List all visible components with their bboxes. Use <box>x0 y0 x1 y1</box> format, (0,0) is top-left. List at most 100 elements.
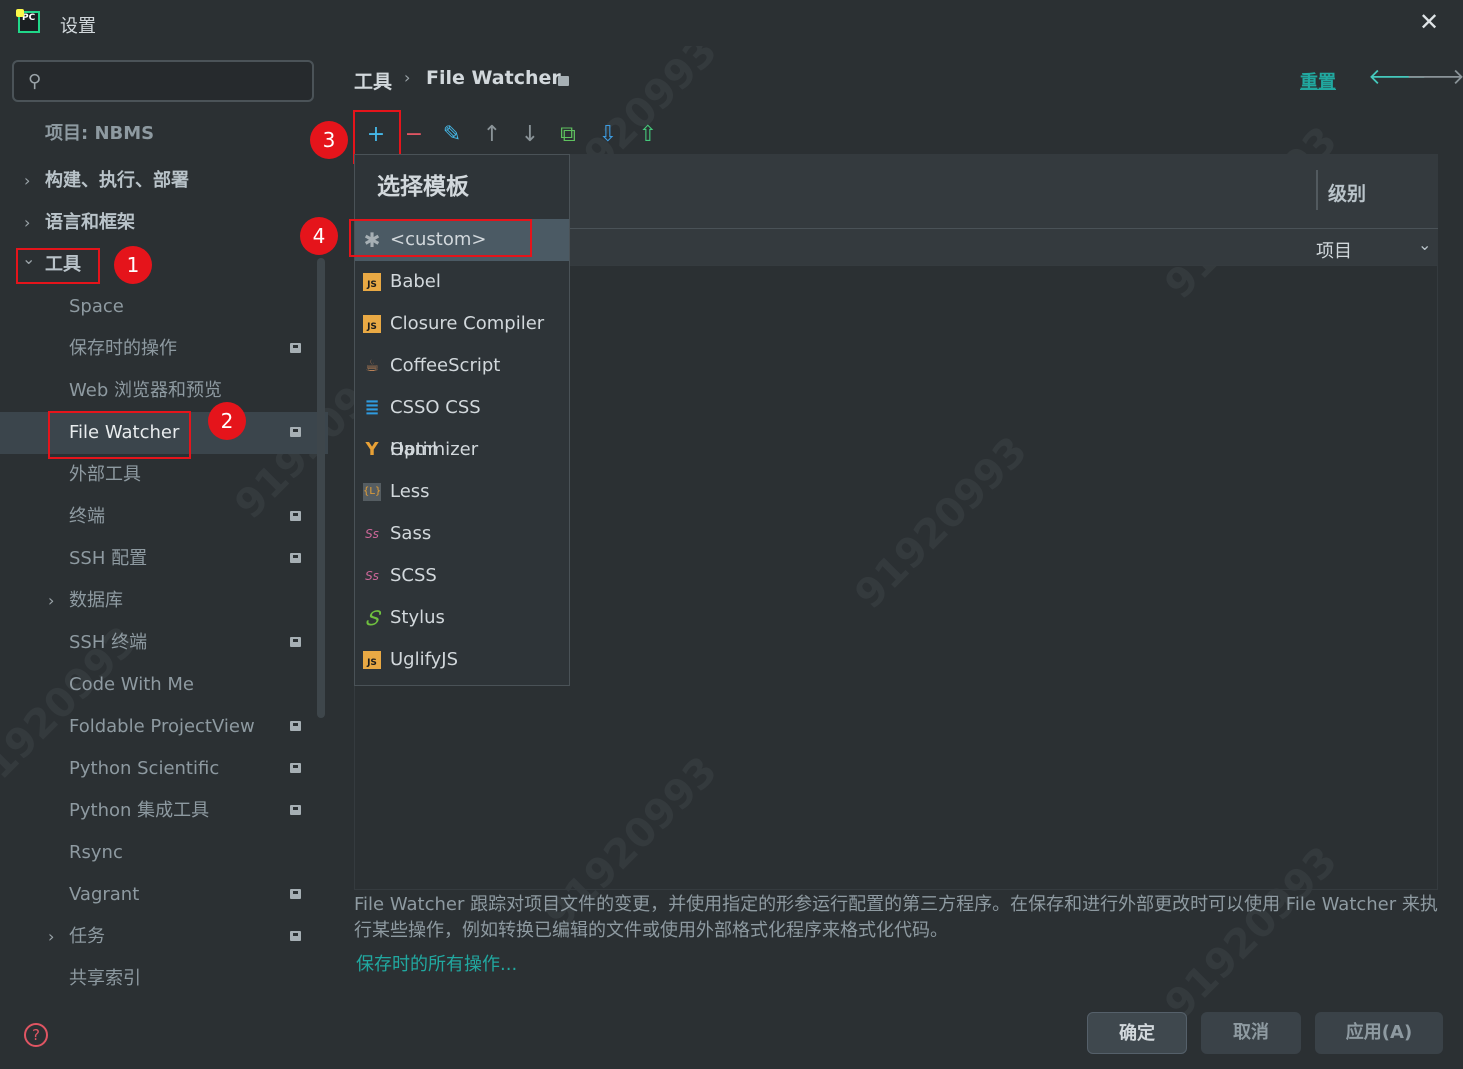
sidebar-item-label: Code With Me <box>69 674 194 695</box>
cancel-button[interactable]: 取消 <box>1201 1012 1301 1054</box>
template-item-scss[interactable]: Ss SCSS <box>355 555 569 597</box>
pycharm-logo-icon: PC <box>16 9 40 33</box>
project-scope-icon <box>290 889 301 899</box>
template-label: Haml <box>390 439 438 460</box>
all-save-actions-link[interactable]: 保存时的所有操作... <box>356 950 517 976</box>
chevron-right-icon: › <box>24 171 31 190</box>
template-item-coffeescript[interactable]: ☕ CoffeeScript <box>355 345 569 387</box>
template-label: Closure Compiler <box>390 313 545 334</box>
apply-button[interactable]: 应用(A) <box>1315 1012 1443 1054</box>
sidebar-item-label: Rsync <box>69 842 123 863</box>
js-icon: JS <box>363 315 381 333</box>
template-item-less[interactable]: {L} Less <box>355 471 569 513</box>
sidebar-item-rsync[interactable]: Rsync <box>0 832 328 874</box>
watcher-toolbar: + − ✎ ↑ ↓ ⧉ ⇩ ⇧ <box>354 116 1438 154</box>
sidebar-item-vagrant[interactable]: Vagrant <box>0 874 328 916</box>
template-label: Less <box>390 481 430 502</box>
sidebar-item-label: Web 浏览器和预览 <box>69 380 222 401</box>
sidebar-item-label: SSH 终端 <box>69 632 148 653</box>
sidebar-item-foldable-projectview[interactable]: Foldable ProjectView <box>0 706 328 748</box>
project-scope-icon <box>290 721 301 731</box>
template-label: Sass <box>390 523 432 544</box>
title-bar: PC 设置 ✕ <box>0 0 1463 46</box>
sidebar-item-label: 终端 <box>69 506 105 527</box>
sass-icon: Ss <box>365 527 379 541</box>
sidebar-item-database[interactable]: › 数据库 <box>0 580 328 622</box>
popup-title: 选择模板 <box>377 174 469 200</box>
js-icon: JS <box>363 273 381 291</box>
import-button[interactable]: ⇩ <box>590 116 626 154</box>
template-item-sass[interactable]: Ss Sass <box>355 513 569 555</box>
js-icon: JS <box>363 651 381 669</box>
sidebar-item-terminal[interactable]: 终端 <box>0 496 328 538</box>
sidebar-item-save-actions[interactable]: 保存时的操作 <box>0 328 328 370</box>
coffee-icon: ☕ <box>364 356 380 375</box>
sidebar-item-label: SSH 配置 <box>69 548 148 569</box>
search-icon: ⚲ <box>28 71 42 92</box>
sidebar-item-space[interactable]: Space <box>0 286 328 328</box>
remove-button[interactable]: − <box>396 116 432 154</box>
ok-button[interactable]: 确定 <box>1087 1012 1187 1054</box>
sidebar-item-label: 构建、执行、部署 <box>45 170 189 191</box>
template-item-haml[interactable]: Y Haml <box>355 429 569 471</box>
sidebar-item-label: 保存时的操作 <box>69 338 177 359</box>
column-header-level[interactable]: 级别 <box>1328 179 1366 206</box>
move-down-button[interactable]: ↓ <box>512 116 548 154</box>
sidebar-item-code-with-me[interactable]: Code With Me <box>0 664 328 706</box>
project-scope-icon <box>290 427 301 437</box>
breadcrumb-parent[interactable]: 工具 <box>354 67 392 94</box>
sidebar-item-label: 外部工具 <box>69 464 141 485</box>
stylus-icon: 𝑆 <box>365 606 379 630</box>
sidebar-item-label: 语言和框架 <box>45 212 135 233</box>
sidebar-item-external-tools[interactable]: 外部工具 <box>0 454 328 496</box>
project-scope-icon <box>290 343 301 353</box>
sidebar-item-ssh-config[interactable]: SSH 配置 <box>0 538 328 580</box>
project-scope-icon <box>558 76 569 86</box>
sidebar-item-python-integrated-tools[interactable]: Python 集成工具 <box>0 790 328 832</box>
template-item-closure-compiler[interactable]: JS Closure Compiler <box>355 303 569 345</box>
project-scope-icon <box>290 805 301 815</box>
annotation-marker: 3 <box>310 121 348 159</box>
column-divider[interactable] <box>1316 170 1318 210</box>
help-icon[interactable]: ? <box>24 1023 48 1047</box>
css-icon: ≣ <box>364 397 380 418</box>
copy-button[interactable]: ⧉ <box>550 116 586 154</box>
annotation-box <box>349 219 532 257</box>
sidebar-item-label: Space <box>69 296 124 317</box>
template-item-csso[interactable]: ≣ CSSO CSS Optimizer <box>355 387 569 460</box>
sidebar-item-ssh-terminal[interactable]: SSH 终端 <box>0 622 328 664</box>
template-label: SCSS <box>390 565 437 586</box>
sidebar-item-label: 任务 <box>69 926 105 947</box>
project-scope-icon <box>290 637 301 647</box>
sidebar-item-python-scientific[interactable]: Python Scientific <box>0 748 328 790</box>
haml-icon: Y <box>365 439 379 460</box>
sidebar-item-label: Vagrant <box>69 884 140 905</box>
chevron-right-icon: › <box>48 927 55 946</box>
window-title: 设置 <box>60 16 96 37</box>
annotation-marker: 2 <box>208 402 246 440</box>
sidebar-item-shared-indexes[interactable]: 共享索引 <box>0 958 328 1000</box>
chevron-right-icon: › <box>48 591 55 610</box>
annotation-box <box>16 248 100 284</box>
sidebar-scrollbar[interactable] <box>317 258 325 718</box>
annotation-marker: 4 <box>300 217 338 255</box>
sidebar-item-label: 共享索引 <box>69 968 141 989</box>
forward-arrow-icon[interactable]: 🡒 <box>1406 64 1463 90</box>
template-item-uglifyjs[interactable]: JS UglifyJS <box>355 639 569 681</box>
sidebar-item-build[interactable]: › 构建、执行、部署 <box>0 160 328 202</box>
sidebar-item-languages[interactable]: › 语言和框架 <box>0 202 328 244</box>
chevron-down-icon[interactable]: ⌄ <box>1418 235 1431 254</box>
template-item-stylus[interactable]: 𝑆 Stylus <box>355 597 569 639</box>
template-item-babel[interactable]: JS Babel <box>355 261 569 303</box>
search-input[interactable]: ⚲ <box>12 60 314 102</box>
template-label: UglifyJS <box>390 649 459 670</box>
export-button[interactable]: ⇧ <box>630 116 666 154</box>
close-button[interactable]: ✕ <box>1416 8 1442 36</box>
move-up-button[interactable]: ↑ <box>474 116 510 154</box>
sidebar-item-tasks[interactable]: › 任务 <box>0 916 328 958</box>
edit-button[interactable]: ✎ <box>434 116 470 154</box>
reset-link[interactable]: 重置 <box>1300 68 1336 94</box>
sidebar-item-web-browsers[interactable]: Web 浏览器和预览 <box>0 370 328 412</box>
sidebar-item-label: Foldable ProjectView <box>69 716 255 737</box>
row-scope-select[interactable]: 项目 <box>1316 237 1352 263</box>
